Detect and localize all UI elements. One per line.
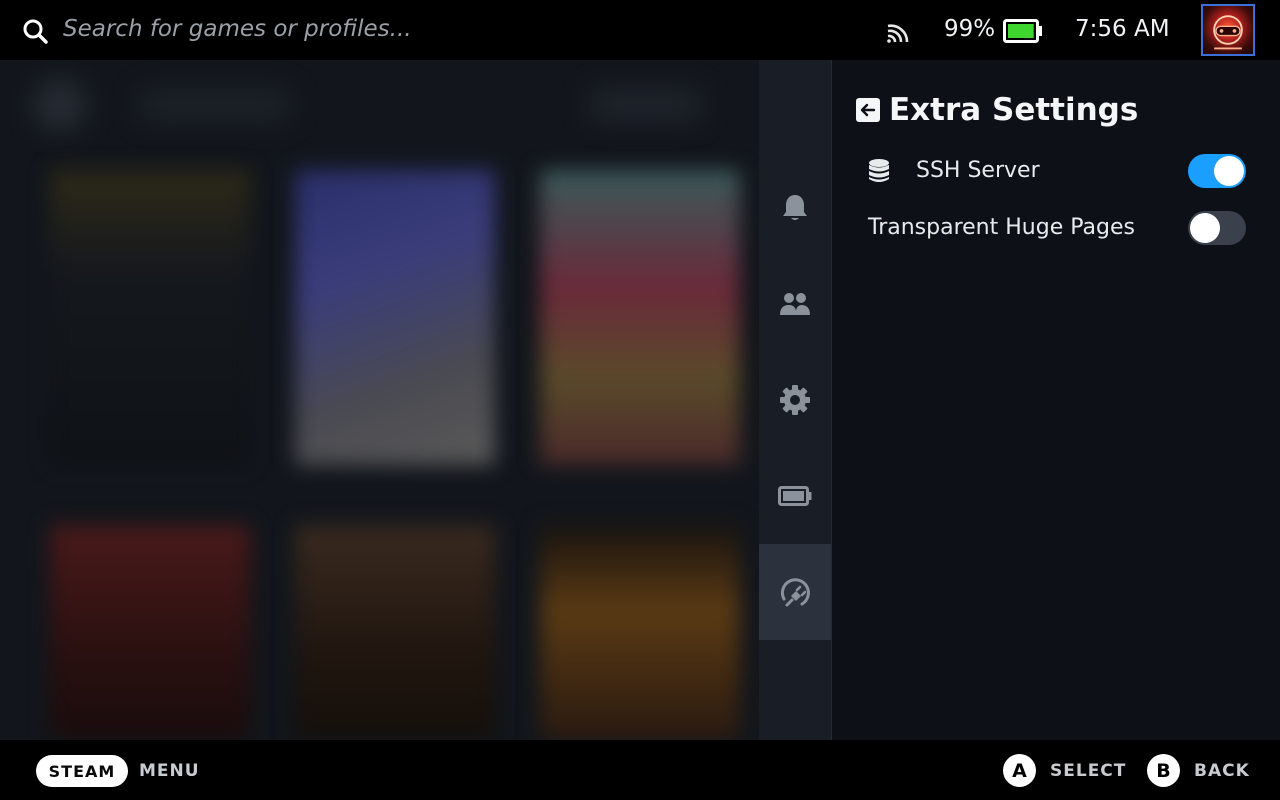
plug-icon [780, 578, 810, 607]
battery-icon [778, 486, 812, 506]
battery-percent: 99% [944, 16, 996, 42]
bottom-bar: STEAM MENU A SELECT B BACK [0, 740, 1280, 800]
search-input[interactable]: Search for games or profiles... [63, 16, 412, 42]
ssh-server-toggle[interactable] [1188, 154, 1246, 188]
setting-label: Transparent Huge Pages [868, 215, 1135, 240]
menu-hint: MENU [139, 761, 200, 781]
game-card [50, 170, 250, 465]
nav-settings[interactable] [759, 352, 831, 448]
nav-performance[interactable] [759, 448, 831, 544]
quick-access-nav [759, 60, 831, 740]
game-card [295, 170, 495, 465]
toggle-knob [1190, 213, 1220, 243]
back-button[interactable] [856, 98, 880, 122]
battery-icon [1003, 19, 1042, 43]
extra-settings-panel: Extra Settings SSH Server Transparent Hu… [831, 60, 1280, 740]
game-card [295, 525, 495, 740]
bell-icon [783, 195, 807, 220]
setting-row-ssh[interactable]: SSH Server [832, 144, 1280, 198]
nav-friends[interactable] [759, 256, 831, 352]
gear-icon [780, 385, 810, 415]
avatar[interactable] [1201, 4, 1255, 56]
toggle-knob [1214, 156, 1244, 186]
steam-button[interactable]: STEAM [36, 755, 128, 787]
search-icon[interactable] [22, 18, 48, 44]
setting-label: SSH Server [916, 158, 1040, 183]
back-hint[interactable]: BACK [1194, 761, 1250, 781]
a-button-glyph: A [1003, 754, 1036, 787]
b-button-glyph: B [1147, 754, 1180, 787]
friends-icon [780, 293, 810, 315]
clock: 7:56 AM [1075, 16, 1170, 42]
nav-plugins[interactable] [759, 544, 831, 640]
arrow-left-icon [860, 103, 876, 117]
game-card [50, 525, 250, 740]
library-background [0, 60, 760, 740]
top-bar: Search for games or profiles... 99% 7:56… [0, 0, 1280, 60]
select-hint[interactable]: SELECT [1050, 761, 1126, 781]
setting-row-thp[interactable]: Transparent Huge Pages [832, 201, 1280, 255]
game-card [540, 170, 740, 465]
cast-icon [887, 24, 909, 43]
game-card [540, 525, 740, 740]
database-icon [869, 159, 889, 182]
transparent-huge-pages-toggle[interactable] [1188, 211, 1246, 245]
nav-notifications[interactable] [759, 160, 831, 256]
panel-title: Extra Settings [889, 92, 1139, 128]
